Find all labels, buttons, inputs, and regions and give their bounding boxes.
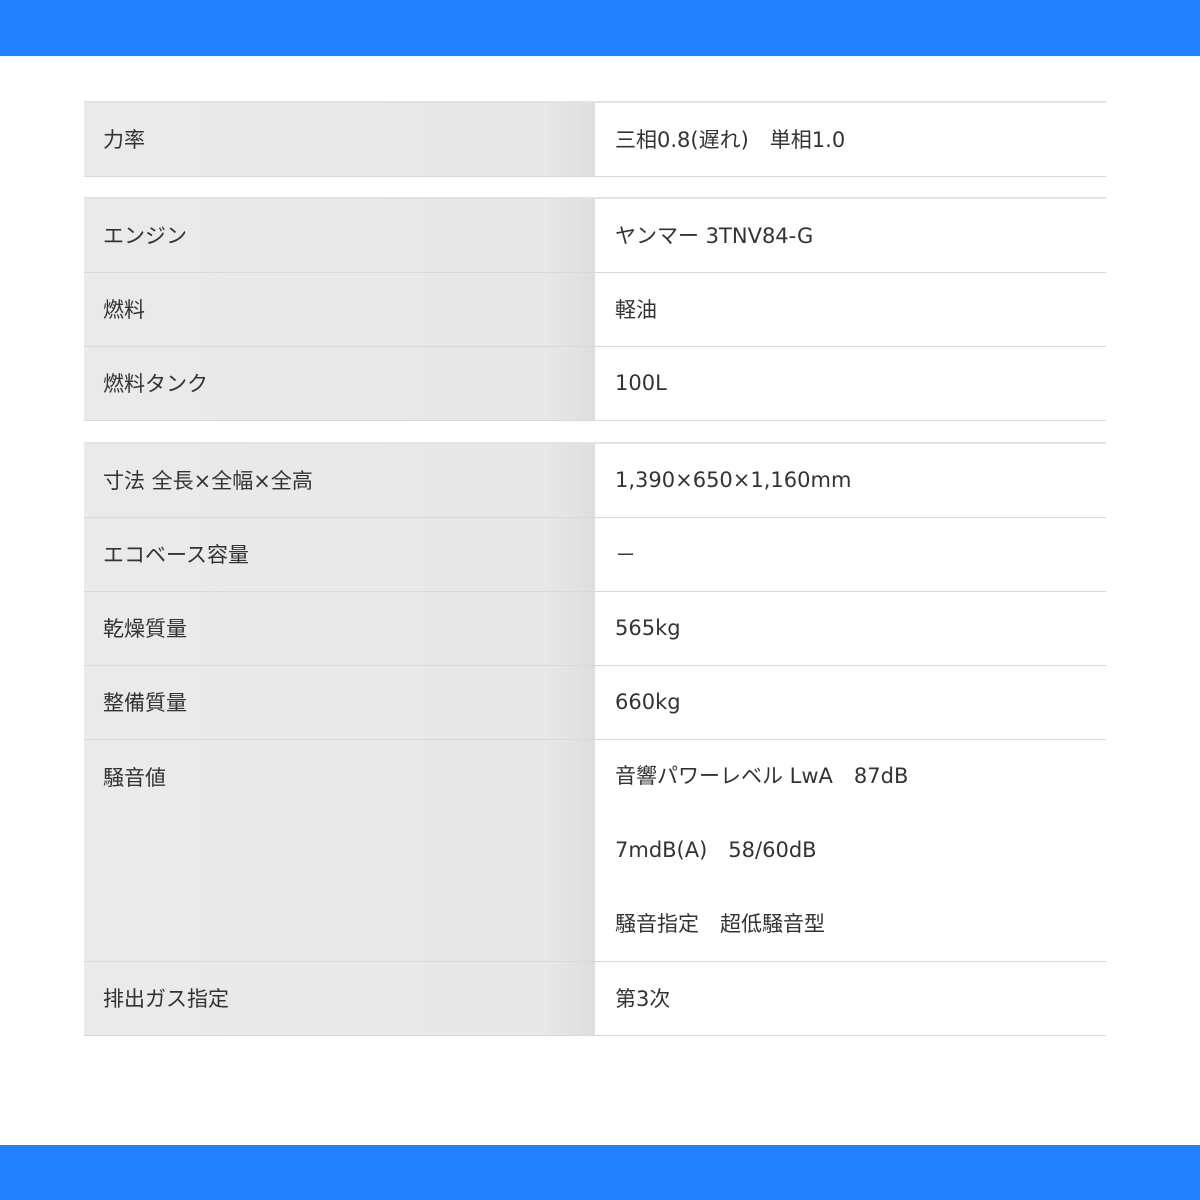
bottom-accent-bar [0, 1145, 1200, 1200]
table-row: 整備質量 660kg [84, 665, 1106, 740]
table-row: 燃料 軽油 [84, 272, 1106, 347]
row-value: 三相0.8(遅れ) 単相1.0 [595, 102, 1106, 177]
table-row: エンジン ヤンマー 3TNV84-G [84, 198, 1106, 273]
spec-table-engine: エンジン ヤンマー 3TNV84-G 燃料 軽油 燃料タンク 100L [84, 197, 1106, 421]
row-value-multiline: 音響パワーレベル LwA 87dB 7mdB(A) 58/60dB 騒音指定 超… [595, 739, 1106, 962]
row-label: 整備質量 [84, 665, 595, 740]
top-accent-bar [0, 0, 1200, 56]
row-value: － [595, 517, 1106, 592]
row-label: 燃料タンク [84, 346, 595, 421]
noise-line: 音響パワーレベル LwA 87dB [615, 763, 909, 788]
row-label: 騒音値 [84, 739, 595, 962]
row-label: エンジン [84, 198, 595, 273]
row-value: 軽油 [595, 272, 1106, 347]
table-row: 寸法 全長×全幅×全高 1,390×650×1,160mm [84, 443, 1106, 518]
table-row: 排出ガス指定 第3次 [84, 961, 1106, 1036]
table-row: 乾燥質量 565kg [84, 591, 1106, 666]
row-value: 第3次 [595, 961, 1106, 1036]
noise-line: 騒音指定 超低騒音型 [615, 911, 825, 936]
row-value: 565kg [595, 591, 1106, 666]
row-value: ヤンマー 3TNV84-G [595, 198, 1106, 273]
row-value: 100L [595, 346, 1106, 421]
table-row: 騒音値 音響パワーレベル LwA 87dB 7mdB(A) 58/60dB 騒音… [84, 739, 1106, 962]
table-row: 力率 三相0.8(遅れ) 単相1.0 [84, 102, 1106, 177]
table-row: 燃料タンク 100L [84, 346, 1106, 421]
row-value: 1,390×650×1,160mm [595, 443, 1106, 518]
row-value: 660kg [595, 665, 1106, 740]
spec-table-power-factor: 力率 三相0.8(遅れ) 単相1.0 [84, 101, 1106, 177]
row-label: 排出ガス指定 [84, 961, 595, 1036]
spec-table-dimensions: 寸法 全長×全幅×全高 1,390×650×1,160mm エコベース容量 － … [84, 442, 1106, 1036]
row-label: 寸法 全長×全幅×全高 [84, 443, 595, 518]
row-label: 乾燥質量 [84, 591, 595, 666]
row-label: 燃料 [84, 272, 595, 347]
noise-line: 7mdB(A) 58/60dB [615, 837, 817, 862]
table-row: エコベース容量 － [84, 517, 1106, 592]
row-label: 力率 [84, 102, 595, 177]
row-label: エコベース容量 [84, 517, 595, 592]
